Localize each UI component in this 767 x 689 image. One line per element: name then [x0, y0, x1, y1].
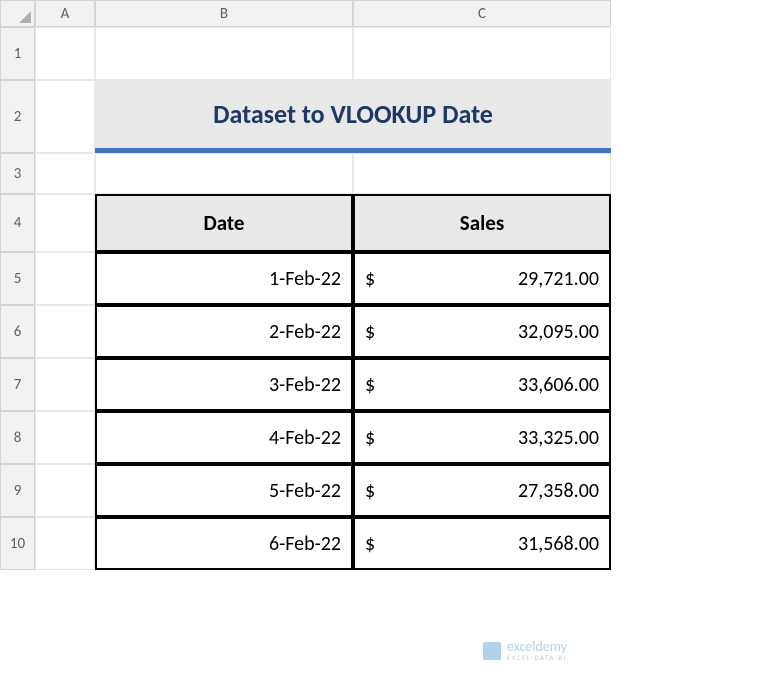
- col-header-b[interactable]: B: [95, 0, 353, 27]
- cell-sales-5[interactable]: $ 31,568.00: [353, 517, 611, 570]
- currency-symbol: $: [365, 426, 375, 450]
- cell-date-5[interactable]: 6-Feb-22: [95, 517, 353, 570]
- cell-a4[interactable]: [35, 194, 95, 252]
- sales-amount-4: 27,358.00: [375, 479, 599, 503]
- col-header-c[interactable]: C: [353, 0, 611, 27]
- title-cell[interactable]: Dataset to VLOOKUP Date: [95, 80, 611, 153]
- cell-a9[interactable]: [35, 464, 95, 517]
- currency-symbol: $: [365, 532, 375, 556]
- cell-date-3[interactable]: 4-Feb-22: [95, 411, 353, 464]
- cell-date-2[interactable]: 3-Feb-22: [95, 358, 353, 411]
- cell-a1[interactable]: [35, 27, 95, 80]
- currency-symbol: $: [365, 373, 375, 397]
- cell-sales-1[interactable]: $ 32,095.00: [353, 305, 611, 358]
- row-header-4[interactable]: 4: [0, 194, 35, 252]
- watermark-text: exceldemy EXCEL·DATA·BI: [507, 640, 567, 661]
- currency-symbol: $: [365, 320, 375, 344]
- row-header-1[interactable]: 1: [0, 27, 35, 80]
- cell-sales-4[interactable]: $ 27,358.00: [353, 464, 611, 517]
- cell-c3[interactable]: [353, 153, 611, 194]
- cell-sales-0[interactable]: $ 29,721.00: [353, 252, 611, 305]
- row-header-3[interactable]: 3: [0, 153, 35, 194]
- cell-a2[interactable]: [35, 80, 95, 153]
- row-header-9[interactable]: 9: [0, 464, 35, 517]
- sales-amount-1: 32,095.00: [375, 320, 599, 344]
- row-header-2[interactable]: 2: [0, 80, 35, 153]
- sales-amount-3: 33,325.00: [375, 426, 599, 450]
- cell-sales-3[interactable]: $ 33,325.00: [353, 411, 611, 464]
- sales-amount-0: 29,721.00: [375, 267, 599, 291]
- cell-c1[interactable]: [353, 27, 611, 80]
- cell-a7[interactable]: [35, 358, 95, 411]
- currency-symbol: $: [365, 479, 375, 503]
- row-header-7[interactable]: 7: [0, 358, 35, 411]
- row-header-6[interactable]: 6: [0, 305, 35, 358]
- sales-amount-2: 33,606.00: [375, 373, 599, 397]
- watermark: exceldemy EXCEL·DATA·BI: [483, 640, 567, 661]
- cell-a5[interactable]: [35, 252, 95, 305]
- row-header-8[interactable]: 8: [0, 411, 35, 464]
- col-header-a[interactable]: A: [35, 0, 95, 27]
- row-header-5[interactable]: 5: [0, 252, 35, 305]
- cell-b1[interactable]: [95, 27, 353, 80]
- watermark-logo-icon: [483, 642, 501, 660]
- cell-b3[interactable]: [95, 153, 353, 194]
- watermark-name: exceldemy: [507, 640, 567, 654]
- header-sales[interactable]: Sales: [353, 194, 611, 252]
- cell-a3[interactable]: [35, 153, 95, 194]
- cell-a6[interactable]: [35, 305, 95, 358]
- cell-date-4[interactable]: 5-Feb-22: [95, 464, 353, 517]
- spreadsheet-grid: A B C 1 2 Dataset to VLOOKUP Date 3 4 Da…: [0, 0, 611, 570]
- watermark-sub: EXCEL·DATA·BI: [507, 654, 567, 661]
- currency-symbol: $: [365, 267, 375, 291]
- cell-date-0[interactable]: 1-Feb-22: [95, 252, 353, 305]
- cell-sales-2[interactable]: $ 33,606.00: [353, 358, 611, 411]
- sales-amount-5: 31,568.00: [375, 532, 599, 556]
- cell-date-1[interactable]: 2-Feb-22: [95, 305, 353, 358]
- cell-a8[interactable]: [35, 411, 95, 464]
- row-header-10[interactable]: 10: [0, 517, 35, 570]
- cell-a10[interactable]: [35, 517, 95, 570]
- header-date[interactable]: Date: [95, 194, 353, 252]
- select-all-corner[interactable]: [0, 0, 35, 27]
